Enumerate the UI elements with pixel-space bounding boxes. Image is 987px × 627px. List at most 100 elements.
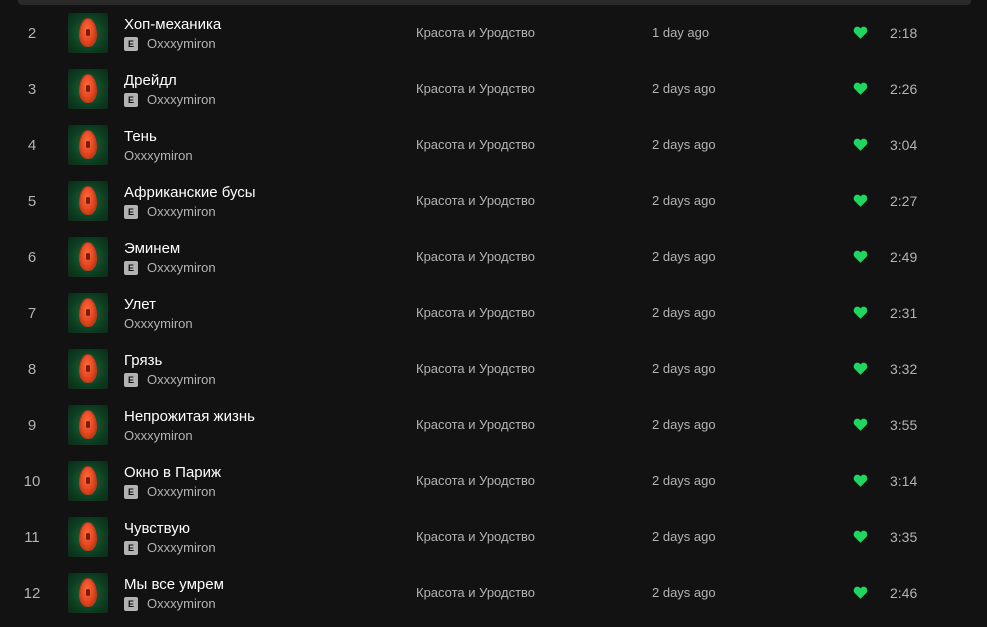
album-art-egg (80, 299, 96, 326)
album-art-egg (80, 243, 96, 270)
heart-filled-icon[interactable] (853, 305, 868, 320)
track-album-link[interactable]: Красота и Уродство (416, 193, 535, 208)
heart-filled-icon[interactable] (853, 473, 868, 488)
track-artist-line: E Oxxxymiron (124, 595, 404, 612)
track-artist-link[interactable]: Oxxxymiron (147, 91, 216, 108)
album-cover[interactable] (68, 13, 108, 53)
track-artist-link[interactable]: Oxxxymiron (124, 315, 193, 332)
heart-filled-icon[interactable] (853, 81, 868, 96)
track-row[interactable]: 10 Окно в Париж E Oxxxymiron Красота и У… (0, 453, 987, 509)
track-row[interactable]: 6 Эминем E Oxxxymiron Красота и Уродство… (0, 229, 987, 285)
track-row[interactable]: 8 Грязь E Oxxxymiron Красота и Уродство … (0, 341, 987, 397)
heart-filled-icon[interactable] (853, 137, 868, 152)
track-duration: 3:32 (890, 361, 918, 377)
track-album-link[interactable]: Красота и Уродство (416, 417, 535, 432)
track-title-block: Африканские бусы E Oxxxymiron (124, 183, 404, 220)
track-title[interactable]: Эминем (124, 239, 404, 258)
track-row[interactable]: 5 Африканские бусы E Oxxxymiron Красота … (0, 173, 987, 229)
track-date-added: 2 days ago (652, 585, 716, 600)
album-cover[interactable] (68, 237, 108, 277)
track-title-block: Непрожитая жизнь Oxxxymiron (124, 407, 404, 444)
track-album-link[interactable]: Красота и Уродство (416, 529, 535, 544)
track-title[interactable]: Окно в Париж (124, 463, 404, 482)
track-row[interactable]: 3 Дрейдл E Oxxxymiron Красота и Уродство… (0, 61, 987, 117)
track-row[interactable]: 4 Тень Oxxxymiron Красота и Уродство 2 d… (0, 117, 987, 173)
heart-filled-icon[interactable] (853, 249, 868, 264)
album-cover[interactable] (68, 405, 108, 445)
album-cover[interactable] (68, 573, 108, 613)
track-album-link[interactable]: Красота и Уродство (416, 585, 535, 600)
track-artist-line: E Oxxxymiron (124, 483, 404, 500)
track-row[interactable]: 7 Улет Oxxxymiron Красота и Уродство 2 d… (0, 285, 987, 341)
track-artist-link[interactable]: Oxxxymiron (124, 147, 193, 164)
track-title[interactable]: Чувствую (124, 519, 404, 538)
track-row[interactable]: 2 Хоп-механика E Oxxxymiron Красота и Ур… (0, 5, 987, 61)
track-artist-line: E Oxxxymiron (124, 203, 404, 220)
track-date-added: 1 day ago (652, 25, 710, 40)
track-title[interactable]: Непрожитая жизнь (124, 407, 404, 426)
heart-filled-icon[interactable] (853, 193, 868, 208)
track-title[interactable]: Мы все умрем (124, 575, 404, 594)
track-artist-link[interactable]: Oxxxymiron (147, 595, 216, 612)
track-artist-link[interactable]: Oxxxymiron (147, 539, 216, 556)
track-title[interactable]: Хоп-механика (124, 15, 404, 34)
track-duration: 2:27 (890, 193, 918, 209)
track-artist-link[interactable]: Oxxxymiron (147, 35, 216, 52)
album-cover[interactable] (68, 349, 108, 389)
track-number: 7 (27, 304, 37, 322)
track-duration: 2:26 (890, 81, 918, 97)
explicit-badge: E (124, 36, 138, 51)
track-date-added: 2 days ago (652, 137, 716, 152)
track-artist-link[interactable]: Oxxxymiron (124, 427, 193, 444)
track-number: 3 (27, 80, 37, 98)
album-cover[interactable] (68, 69, 108, 109)
heart-filled-icon[interactable] (853, 529, 868, 544)
album-art-egg (80, 523, 96, 550)
album-cover[interactable] (68, 461, 108, 501)
track-artist-link[interactable]: Oxxxymiron (147, 203, 216, 220)
track-title-block: Хоп-механика E Oxxxymiron (124, 15, 404, 52)
heart-filled-icon[interactable] (853, 417, 868, 432)
track-artist-link[interactable]: Oxxxymiron (147, 483, 216, 500)
heart-filled-icon[interactable] (853, 25, 868, 40)
track-row[interactable]: 9 Непрожитая жизнь Oxxxymiron Красота и … (0, 397, 987, 453)
album-cover[interactable] (68, 293, 108, 333)
track-album-link[interactable]: Красота и Уродство (416, 249, 535, 264)
track-artist-line: E Oxxxymiron (124, 91, 404, 108)
album-cover[interactable] (68, 125, 108, 165)
track-album-link[interactable]: Красота и Уродство (416, 305, 535, 320)
track-number: 12 (23, 584, 41, 602)
track-album-link[interactable]: Красота и Уродство (416, 81, 535, 96)
track-title[interactable]: Тень (124, 127, 404, 146)
track-date-added: 2 days ago (652, 193, 716, 208)
track-album-link[interactable]: Красота и Уродство (416, 25, 535, 40)
album-cover[interactable] (68, 181, 108, 221)
track-title[interactable]: Дрейдл (124, 71, 404, 90)
track-album-link[interactable]: Красота и Уродство (416, 361, 535, 376)
heart-filled-icon[interactable] (853, 585, 868, 600)
track-title[interactable]: Улет (124, 295, 404, 314)
track-title-block: Грязь E Oxxxymiron (124, 351, 404, 388)
track-row[interactable]: 11 Чувствую E Oxxxymiron Красота и Уродс… (0, 509, 987, 565)
track-duration: 3:14 (890, 473, 918, 489)
track-date-added: 2 days ago (652, 417, 716, 432)
track-duration: 3:35 (890, 529, 918, 545)
track-album-link[interactable]: Красота и Уродство (416, 137, 535, 152)
track-title[interactable]: Африканские бусы (124, 183, 404, 202)
album-cover[interactable] (68, 517, 108, 557)
track-date-added: 2 days ago (652, 473, 716, 488)
track-artist-line: E Oxxxymiron (124, 259, 404, 276)
track-artist-link[interactable]: Oxxxymiron (147, 371, 216, 388)
track-duration: 3:04 (890, 137, 918, 153)
track-artist-link[interactable]: Oxxxymiron (147, 259, 216, 276)
track-duration: 2:18 (890, 25, 918, 41)
track-row[interactable]: 12 Мы все умрем E Oxxxymiron Красота и У… (0, 565, 987, 621)
track-title[interactable]: Грязь (124, 351, 404, 370)
track-number: 10 (23, 472, 41, 490)
track-album-link[interactable]: Красота и Уродство (416, 473, 535, 488)
track-artist-line: E Oxxxymiron (124, 35, 404, 52)
track-number: 4 (27, 136, 37, 154)
track-title-block: Эминем E Oxxxymiron (124, 239, 404, 276)
heart-filled-icon[interactable] (853, 361, 868, 376)
album-art-egg (80, 355, 96, 382)
